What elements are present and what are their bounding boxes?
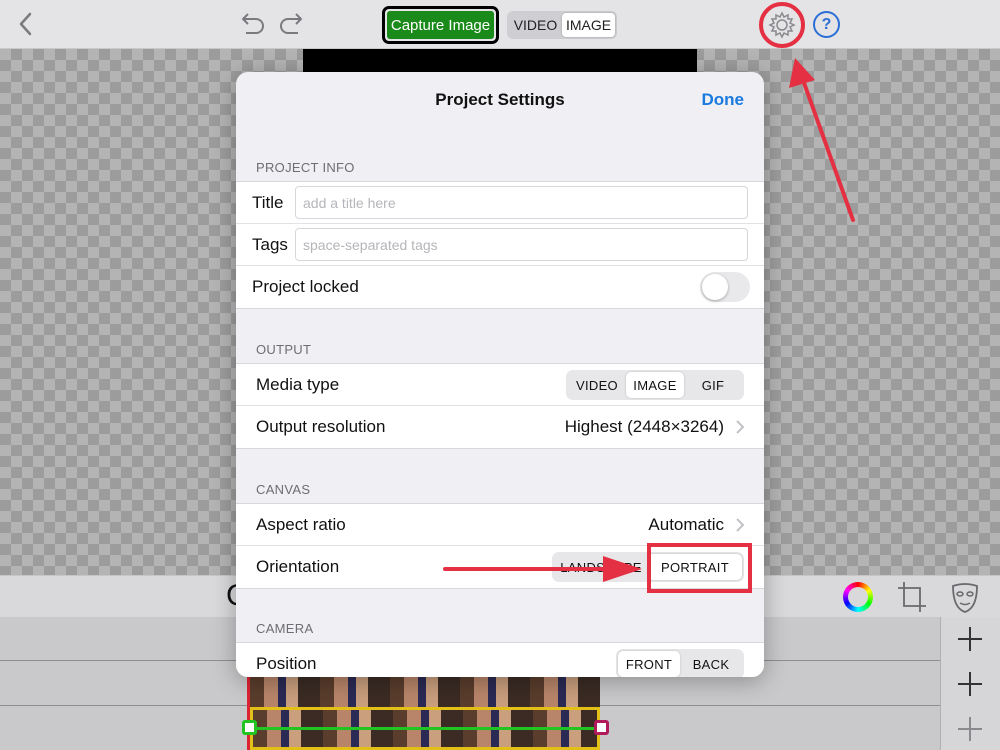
aspect-ratio-label: Aspect ratio — [256, 515, 346, 534]
clip-thumbnail-strip[interactable] — [250, 677, 600, 707]
output-group: Media type VIDEO IMAGE GIF Output resolu… — [236, 363, 764, 449]
section-camera: CAMERA — [256, 621, 314, 636]
color-wheel-icon[interactable] — [843, 582, 873, 612]
capture-button-frame: Capture Image — [382, 6, 499, 44]
camera-position-control: FRONT BACK — [616, 649, 744, 677]
media-gif-segment[interactable]: GIF — [684, 372, 742, 398]
project-locked-toggle[interactable] — [700, 272, 750, 302]
portrait-highlight-annotation — [647, 543, 752, 593]
aspect-ratio-value: Automatic — [648, 515, 724, 534]
back-button[interactable] — [12, 10, 40, 38]
chevron-right-icon — [736, 420, 745, 434]
add-track-button[interactable] — [955, 714, 985, 744]
modal-header: Project Settings Done — [236, 72, 764, 128]
camera-group: Position FRONT BACK — [236, 642, 764, 677]
media-type-row: Media type VIDEO IMAGE GIF — [236, 364, 764, 406]
redo-button[interactable] — [278, 10, 308, 38]
title-label: Title — [252, 193, 284, 212]
tags-input[interactable] — [295, 228, 748, 261]
mode-image-segment[interactable]: IMAGE — [562, 13, 615, 37]
output-resolution-label: Output resolution — [256, 417, 386, 436]
playhead[interactable] — [247, 677, 250, 750]
title-input[interactable] — [295, 186, 748, 219]
mode-segmented-control: VIDEO IMAGE — [507, 11, 617, 39]
camera-position-row: Position FRONT BACK — [236, 643, 764, 677]
chevron-right-icon — [736, 518, 745, 532]
tags-row: Tags — [236, 224, 764, 266]
project-locked-row: Project locked — [236, 266, 764, 308]
aspect-ratio-row[interactable]: Aspect ratio Automatic — [236, 504, 764, 546]
capture-image-button[interactable]: Capture Image — [387, 11, 494, 39]
mode-video-segment[interactable]: VIDEO — [509, 13, 562, 37]
section-output: OUTPUT — [256, 342, 312, 357]
project-info-group: Title Tags Project locked — [236, 181, 764, 309]
add-track-button[interactable] — [955, 669, 985, 699]
add-track-button[interactable] — [955, 624, 985, 654]
clip-selection-line — [252, 727, 600, 730]
gear-icon — [768, 11, 796, 39]
media-type-label: Media type — [256, 375, 340, 394]
undo-icon — [242, 13, 264, 34]
mask-icon — [952, 583, 978, 613]
media-type-control: VIDEO IMAGE GIF — [566, 370, 744, 400]
orientation-landscape-segment[interactable]: LANDSCAPE — [554, 554, 648, 580]
chevron-left-icon — [19, 12, 32, 36]
modal-title: Project Settings — [435, 90, 565, 109]
camera-position-label: Position — [256, 654, 317, 673]
camera-front-segment[interactable]: FRONT — [618, 651, 680, 677]
done-button[interactable]: Done — [702, 90, 745, 110]
redo-icon — [280, 13, 302, 34]
clip-start-handle[interactable] — [242, 720, 257, 735]
media-video-segment[interactable]: VIDEO — [568, 372, 626, 398]
section-canvas: CANVAS — [256, 482, 311, 497]
section-project-info: PROJECT INFO — [256, 160, 355, 175]
top-toolbar: Capture Image VIDEO IMAGE ? — [0, 0, 1000, 49]
clip-end-handle[interactable] — [594, 720, 609, 735]
output-resolution-row[interactable]: Output resolution Highest (2448×3264) — [236, 406, 764, 448]
mask-button[interactable] — [949, 580, 981, 614]
camera-back-segment[interactable]: BACK — [680, 651, 742, 677]
title-row: Title — [236, 182, 764, 224]
output-resolution-value: Highest (2448×3264) — [564, 417, 724, 436]
crop-icon — [898, 582, 926, 612]
tags-label: Tags — [252, 235, 288, 254]
settings-button[interactable] — [759, 2, 805, 48]
media-image-segment[interactable]: IMAGE — [626, 372, 684, 398]
project-locked-label: Project locked — [252, 277, 359, 296]
help-button[interactable]: ? — [813, 11, 840, 38]
undo-button[interactable] — [236, 10, 266, 38]
crop-button[interactable] — [896, 580, 928, 614]
orientation-label: Orientation — [256, 557, 340, 576]
toggle-knob — [702, 274, 728, 300]
